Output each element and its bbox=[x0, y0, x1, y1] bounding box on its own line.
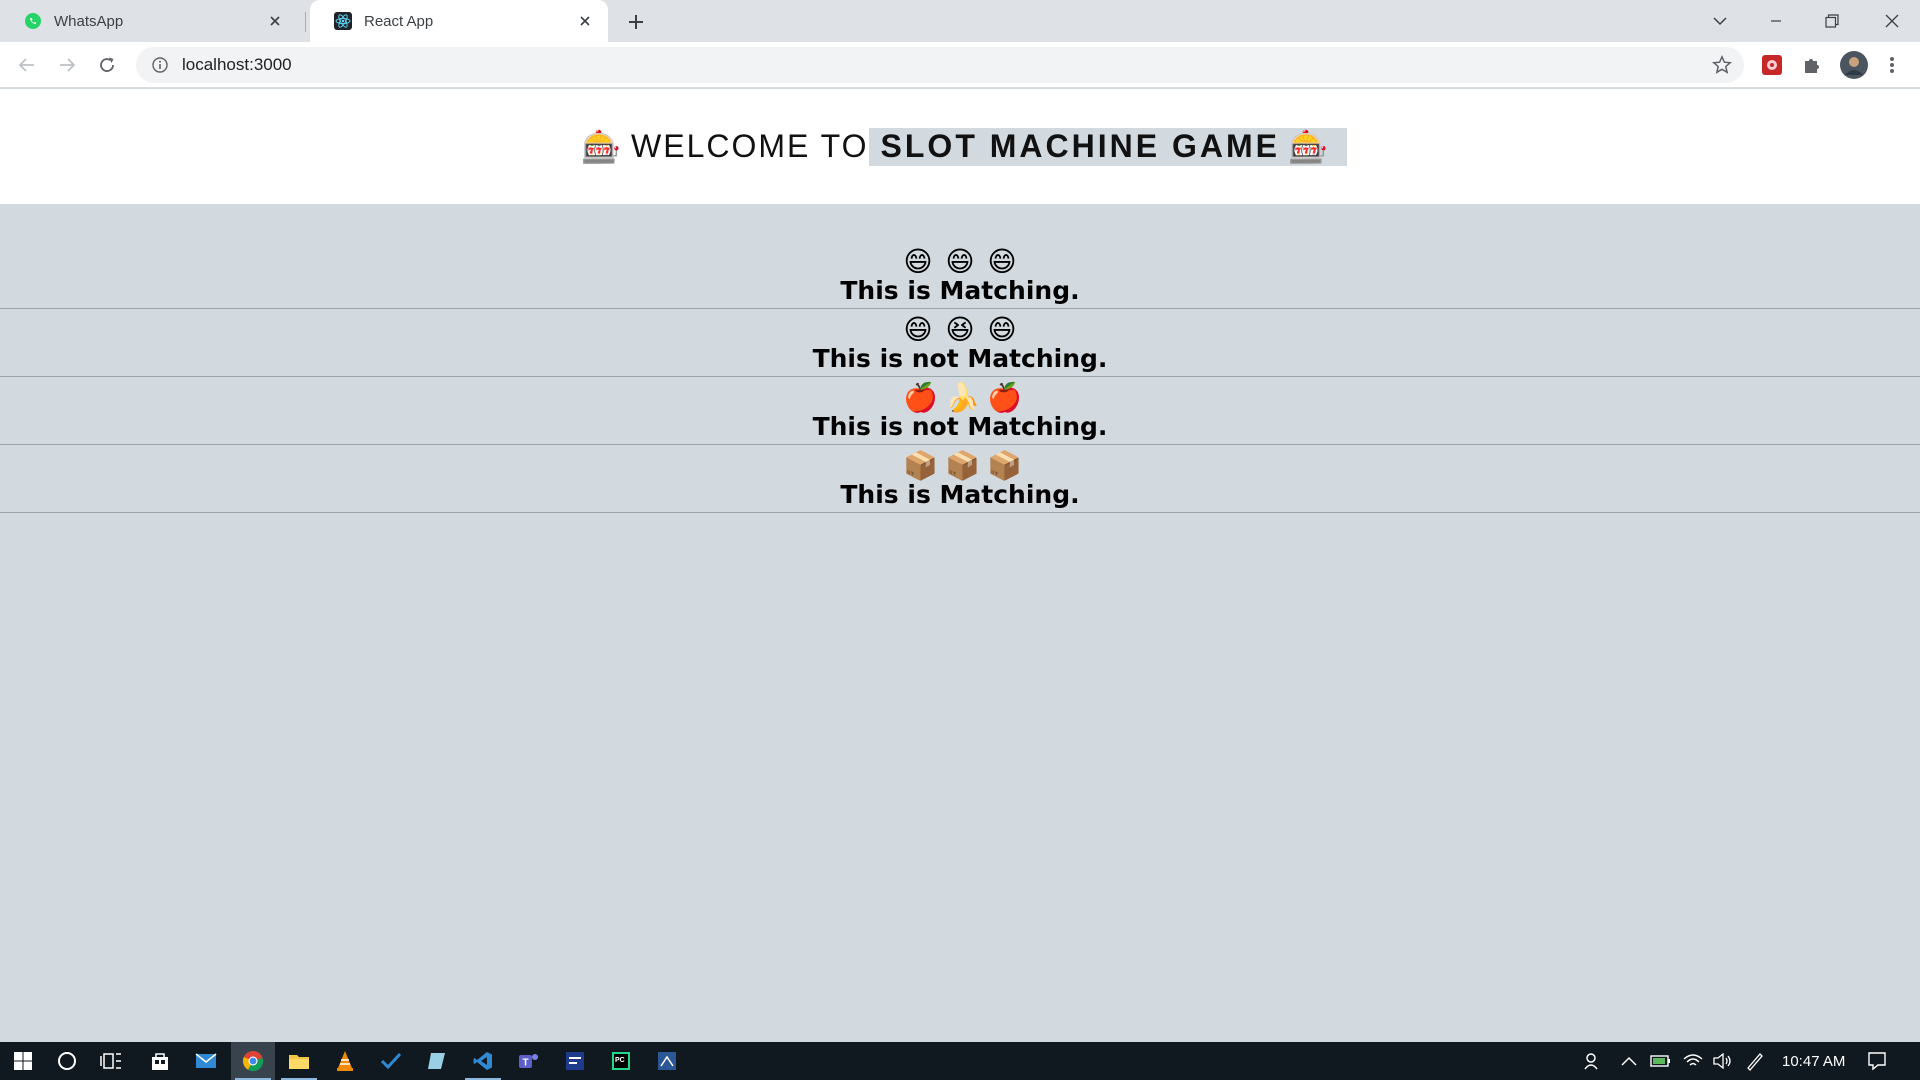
reel-emoji: 😆 bbox=[945, 313, 975, 346]
match-result: This is not Matching. bbox=[812, 412, 1108, 441]
reel-emoji: 😄 bbox=[945, 245, 975, 278]
minimize-button[interactable] bbox=[1748, 0, 1804, 42]
close-icon bbox=[1885, 14, 1899, 28]
wifi-icon[interactable] bbox=[1678, 1046, 1708, 1076]
back-button[interactable] bbox=[13, 51, 41, 79]
search-icon[interactable] bbox=[52, 1046, 82, 1076]
match-result: This is not Matching. bbox=[812, 344, 1108, 373]
game-title: SLOT MACHINE GAME bbox=[880, 128, 1280, 164]
new-tab-button[interactable] bbox=[622, 8, 650, 36]
browser-toolbar: localhost:3000 bbox=[0, 42, 1920, 88]
tab-strip: WhatsApp React App bbox=[0, 0, 1920, 42]
vscode-icon[interactable] bbox=[465, 1046, 501, 1080]
close-icon[interactable] bbox=[574, 10, 596, 32]
reel-emoji: 🍎 bbox=[987, 381, 1022, 414]
slot-results: 😄 😄 😄 This is Matching. 😄 😆 😄 This is no… bbox=[0, 241, 1920, 513]
bookmark-star-icon[interactable] bbox=[1712, 55, 1732, 75]
start-icon[interactable] bbox=[8, 1046, 38, 1076]
teams-icon[interactable]: T bbox=[514, 1046, 544, 1076]
menu-icon[interactable] bbox=[1880, 53, 1904, 77]
slot-row: 😄 😄 😄 This is Matching. bbox=[0, 241, 1920, 309]
match-result: This is Matching. bbox=[840, 480, 1080, 509]
slot-row: 🍎 🍌 🍎 This is not Matching. bbox=[0, 377, 1920, 445]
arrow-left-icon bbox=[18, 58, 34, 72]
reel-emoji: 😄 bbox=[987, 313, 1017, 346]
taskbar: T PC 10:47 AM bbox=[0, 1042, 1920, 1080]
title-highlight: SLOT MACHINE GAME 🎰 bbox=[868, 127, 1347, 166]
restore-icon bbox=[1825, 14, 1839, 28]
notes-icon[interactable] bbox=[422, 1046, 452, 1076]
tab-search-button[interactable] bbox=[1692, 0, 1748, 42]
file-explorer-icon[interactable] bbox=[281, 1046, 317, 1080]
svg-text:T: T bbox=[523, 1058, 529, 1069]
plus-icon bbox=[629, 15, 643, 29]
reel-emoji: 📦 bbox=[903, 449, 938, 482]
people-icon[interactable] bbox=[1578, 1046, 1608, 1076]
chevron-down-icon bbox=[1713, 17, 1727, 26]
restore-button[interactable] bbox=[1804, 0, 1860, 42]
slot-machine-icon: 🎰 bbox=[1287, 128, 1331, 165]
chrome-icon[interactable] bbox=[231, 1042, 275, 1080]
todo-icon[interactable] bbox=[376, 1046, 406, 1076]
battery-icon[interactable] bbox=[1646, 1046, 1676, 1076]
slot-machine-icon: 🎰 bbox=[581, 128, 624, 165]
tab-react-app[interactable]: React App bbox=[310, 0, 608, 42]
reel-emoji: 🍌 bbox=[945, 381, 980, 414]
url-text[interactable]: localhost:3000 bbox=[182, 55, 292, 75]
page-content: 🎰 WELCOME TO SLOT MACHINE GAME 🎰 😄 😄 😄 T… bbox=[0, 89, 1920, 1042]
dev-icon[interactable] bbox=[560, 1046, 590, 1076]
notification-icon[interactable] bbox=[1862, 1046, 1892, 1076]
page-header: 🎰 WELCOME TO SLOT MACHINE GAME 🎰 bbox=[0, 89, 1920, 204]
slot-row: 😄 😆 😄 This is not Matching. bbox=[0, 309, 1920, 377]
reel-emoji: 📦 bbox=[945, 449, 980, 482]
store-icon[interactable] bbox=[145, 1046, 175, 1076]
minimize-icon bbox=[1771, 20, 1781, 22]
volume-icon[interactable] bbox=[1708, 1046, 1738, 1076]
app-icon[interactable] bbox=[652, 1046, 682, 1076]
slot-row: 📦 📦 📦 This is Matching. bbox=[0, 445, 1920, 513]
vlc-icon[interactable] bbox=[330, 1046, 360, 1076]
task-view-icon[interactable] bbox=[96, 1046, 126, 1076]
reel-emoji: 😄 bbox=[903, 313, 933, 346]
tab-whatsapp[interactable]: WhatsApp bbox=[0, 0, 298, 42]
info-icon[interactable] bbox=[150, 55, 170, 75]
reel-emoji: 😄 bbox=[903, 245, 933, 278]
chevron-up-icon[interactable] bbox=[1614, 1046, 1644, 1076]
reel-emoji: 😄 bbox=[987, 245, 1017, 278]
extension-icon[interactable] bbox=[1760, 53, 1784, 77]
react-icon bbox=[334, 12, 352, 30]
tab-title: React App bbox=[364, 12, 434, 30]
welcome-text: WELCOME TO bbox=[631, 128, 869, 164]
whatsapp-icon bbox=[25, 13, 41, 29]
reel-emoji: 🍎 bbox=[903, 381, 938, 414]
puzzle-icon[interactable] bbox=[1800, 53, 1824, 77]
pycharm-icon[interactable]: PC bbox=[606, 1046, 636, 1076]
clock[interactable]: 10:47 AM bbox=[1782, 1042, 1845, 1080]
reel-emoji: 📦 bbox=[987, 449, 1022, 482]
address-bar[interactable]: localhost:3000 bbox=[136, 47, 1744, 83]
reload-icon bbox=[100, 57, 114, 72]
slot-reels: 📦 📦 📦 bbox=[903, 445, 1022, 482]
close-icon[interactable] bbox=[264, 10, 286, 32]
pen-icon[interactable] bbox=[1740, 1046, 1770, 1076]
slot-reels: 😄 😄 😄 bbox=[903, 241, 1017, 277]
avatar[interactable] bbox=[1840, 51, 1868, 79]
reload-button[interactable] bbox=[93, 51, 121, 79]
slot-reels: 😄 😆 😄 bbox=[903, 309, 1017, 345]
page-title: 🎰 WELCOME TO SLOT MACHINE GAME 🎰 bbox=[573, 127, 1347, 166]
mail-icon[interactable] bbox=[191, 1046, 221, 1076]
arrow-right-icon bbox=[60, 58, 76, 72]
slot-reels: 🍎 🍌 🍎 bbox=[903, 377, 1022, 414]
svg-text:PC: PC bbox=[615, 1057, 625, 1064]
forward-button[interactable] bbox=[53, 51, 81, 79]
close-window-button[interactable] bbox=[1864, 0, 1920, 42]
tab-divider bbox=[305, 12, 306, 32]
tab-title: WhatsApp bbox=[54, 12, 124, 30]
match-result: This is Matching. bbox=[840, 276, 1080, 305]
